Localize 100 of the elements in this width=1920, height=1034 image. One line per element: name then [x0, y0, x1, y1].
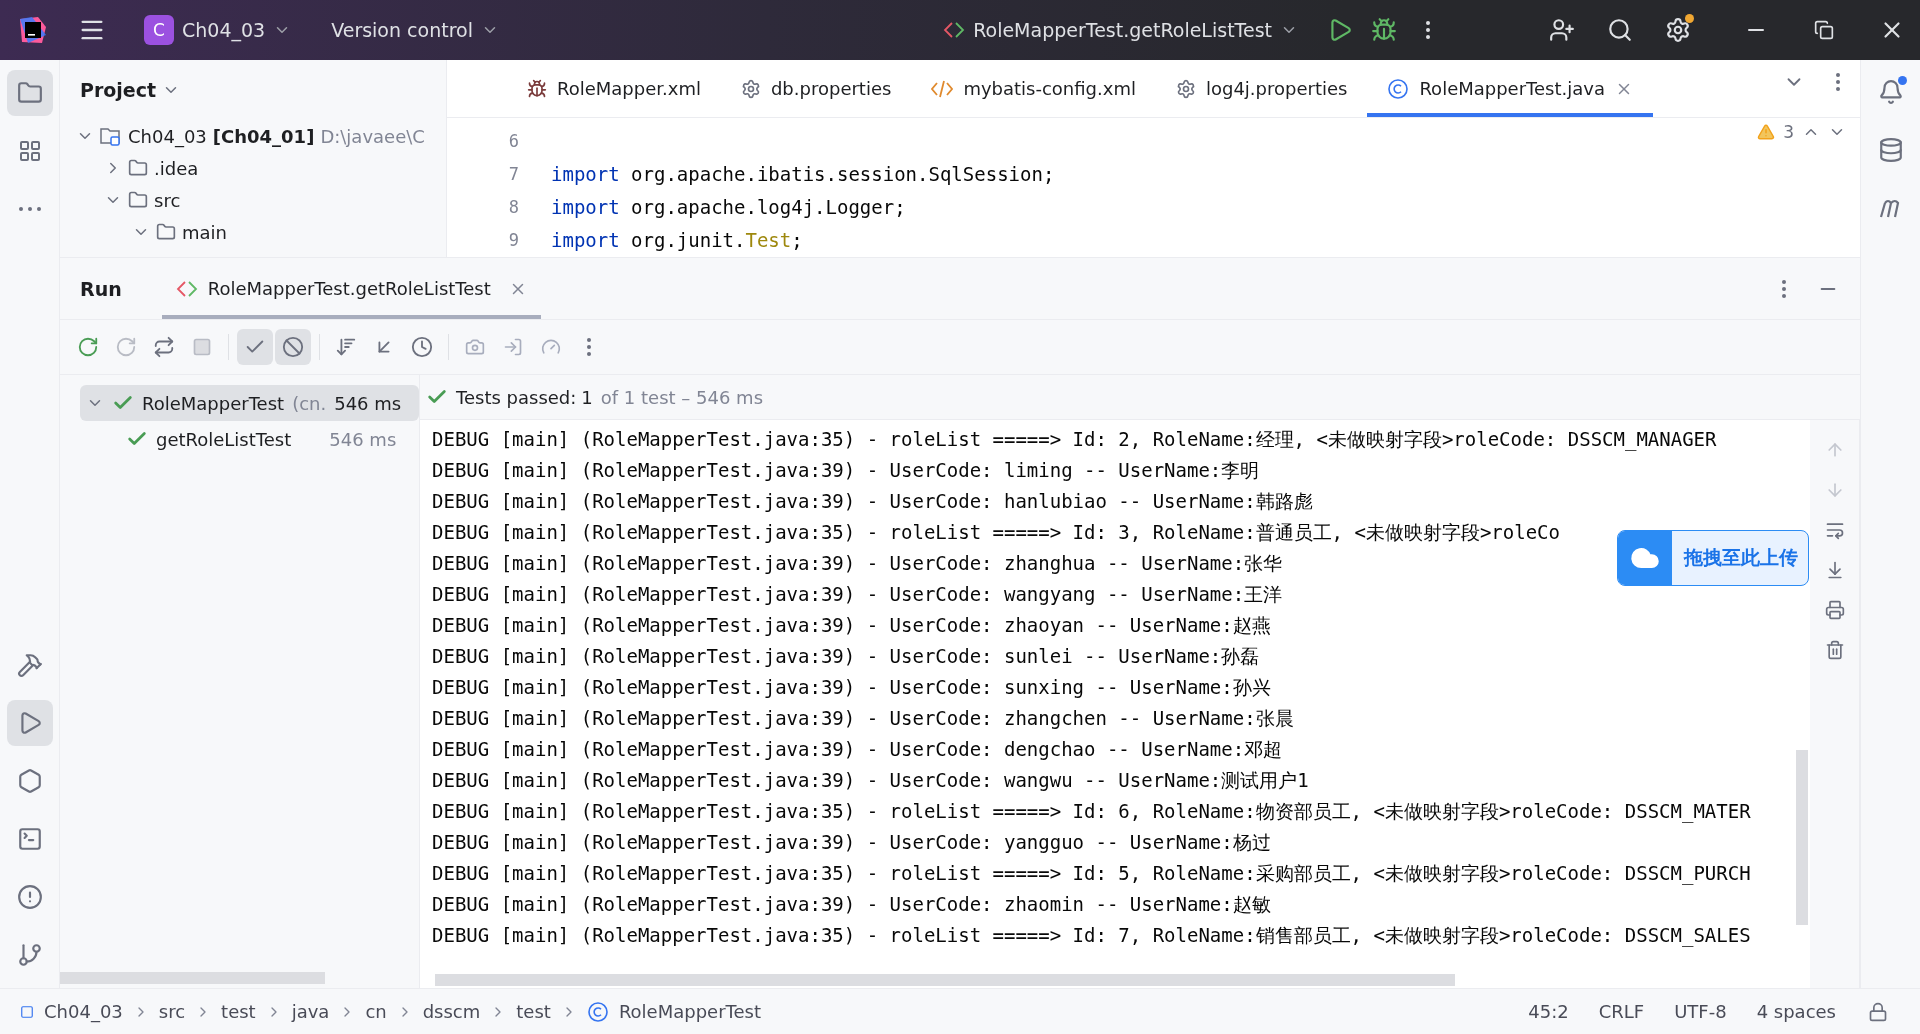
line-number: 9: [508, 229, 519, 252]
lock-icon[interactable]: [1868, 1001, 1888, 1022]
panel-title[interactable]: Project: [80, 79, 157, 101]
more-icon: [1836, 73, 1840, 91]
run-tab[interactable]: RoleMapperTest.getRoleListTest: [161, 258, 541, 319]
tool-window-button[interactable]: [6, 700, 53, 746]
upload-widget[interactable]: 拖拽至此上传: [1617, 530, 1809, 586]
add-user-icon[interactable]: [1549, 17, 1575, 43]
scrollbar[interactable]: [1796, 750, 1808, 925]
editor-tab[interactable]: RoleMapperTest.java: [1367, 60, 1653, 117]
branch-icon: [16, 942, 43, 968]
line-endings[interactable]: CRLF: [1588, 1001, 1655, 1022]
vcs-menu[interactable]: Version control: [321, 13, 509, 47]
soft-wrap-icon[interactable]: [1824, 520, 1845, 540]
editor-tab[interactable]: db.properties: [720, 60, 912, 117]
terminal-icon: [16, 826, 43, 852]
more-icon: [1426, 21, 1430, 39]
services-icon: [16, 768, 43, 794]
structure-icon: [17, 139, 42, 163]
encoding[interactable]: UTF-8: [1664, 1001, 1737, 1022]
console-line: DEBUG [main] (RoleMapperTest.java:39) - UserCode: zhaoyan -- UserName:赵燕: [432, 613, 1271, 638]
test-item[interactable]: RoleMapperTest (cn. 546 ms: [80, 385, 419, 421]
folder-icon: [156, 222, 176, 242]
run-config-selector[interactable]: RoleMapperTest.getRoleListTest: [933, 13, 1308, 47]
test-config-icon: [175, 279, 198, 298]
alert-icon: [16, 884, 43, 910]
search-icon[interactable]: [1607, 17, 1633, 43]
notification-dot: [1685, 14, 1694, 23]
breadcrumb[interactable]: src: [158, 1001, 186, 1022]
breadcrumb[interactable]: cn: [365, 1001, 387, 1022]
notification-dot: [1897, 76, 1907, 85]
restore-icon[interactable]: [1814, 20, 1834, 40]
editor-tab[interactable]: mybatis-config.xml: [911, 60, 1156, 117]
console-line: DEBUG [main] (RoleMapperTest.java:35) - roleList =====> Id: 3, RoleName:普通员工, <未做映射字段>roleCo: [432, 520, 1560, 545]
line-number: 8: [508, 196, 519, 219]
repeat-icon[interactable]: [153, 336, 175, 358]
class-icon: [586, 1000, 609, 1023]
console-line: DEBUG [main] (RoleMapperTest.java:39) - UserCode: sunlei -- UserName:孙磊: [432, 644, 1260, 669]
code-line: import org.apache.ibatis.session.SqlSession;: [551, 162, 1055, 187]
line-number: 7: [508, 163, 519, 186]
show-passed-button[interactable]: [237, 329, 273, 365]
panel-title: Run: [80, 276, 122, 302]
warning-icon: [1757, 123, 1776, 141]
more-icon: [587, 338, 591, 356]
scrollbar[interactable]: [60, 972, 325, 984]
breadcrumb[interactable]: test: [516, 1001, 551, 1022]
sort-icon[interactable]: [335, 336, 357, 358]
settings-icon[interactable]: [1665, 17, 1691, 43]
bug-icon[interactable]: [1371, 17, 1397, 43]
console-line: DEBUG [main] (RoleMapperTest.java:35) - roleList =====> Id: 7, RoleName:销售部员工, <未做映射字段>roleCode: DSSCM_SALES: [432, 923, 1751, 949]
console-line: DEBUG [main] (RoleMapperTest.java:39) - UserCode: dengchao -- UserName:邓超: [432, 737, 1283, 762]
more-icon: [1782, 279, 1786, 298]
folder-icon: [128, 190, 148, 210]
console-line: DEBUG [main] (RoleMapperTest.java:39) - UserCode: liming -- UserName:李明: [432, 458, 1260, 483]
history-icon[interactable]: [411, 336, 433, 358]
console-line: DEBUG [main] (RoleMapperTest.java:39) - UserCode: zhangchen -- UserName:张晨: [432, 706, 1294, 731]
ban-icon: [282, 336, 304, 358]
test-item[interactable]: getRoleListTest 546 ms: [80, 421, 419, 457]
console-line: DEBUG [main] (RoleMapperTest.java:35) - roleList =====> Id: 5, RoleName:采购部员工, <未做映射字段>roleCode: DSSCM_PURCH: [432, 861, 1751, 887]
project-selector[interactable]: C Ch04_03: [134, 9, 302, 51]
line-number: 6: [508, 130, 519, 153]
console-line: DEBUG [main] (RoleMapperTest.java:35) - roleList =====> Id: 6, RoleName:物资部员工, <未做映射字段>roleCode: DSSCM_MATER: [432, 799, 1751, 825]
breadcrumb[interactable]: Ch04_03: [44, 1001, 123, 1022]
editor-tab[interactable]: log4j.properties: [1155, 60, 1368, 117]
hammer-icon: [16, 652, 43, 678]
console-line: DEBUG [main] (RoleMapperTest.java:39) - UserCode: yangguo -- UserName:杨过: [432, 830, 1271, 855]
test-config-icon: [943, 21, 966, 39]
tests-passed-count: 1: [581, 386, 593, 408]
code-icon: [931, 79, 954, 98]
tree-item[interactable]: Ch04_03: [128, 125, 207, 147]
tree-item[interactable]: src: [154, 189, 181, 211]
module-icon: [100, 126, 122, 146]
trash-icon[interactable]: [1824, 640, 1845, 660]
breadcrumb[interactable]: test: [221, 1001, 256, 1022]
database-icon[interactable]: [1877, 137, 1904, 163]
editor-tab[interactable]: RoleMapper.xml: [507, 60, 721, 117]
console-line: DEBUG [main] (RoleMapperTest.java:39) - UserCode: wangwu -- UserName:测试用户1: [432, 768, 1309, 793]
indent-setting[interactable]: 4 spaces: [1746, 1001, 1846, 1022]
module-path: D:\javaee\C: [320, 125, 425, 147]
warning-count[interactable]: 3: [1783, 122, 1794, 142]
console-line: DEBUG [main] (RoleMapperTest.java:39) - UserCode: sunxing -- UserName:孙兴: [432, 675, 1271, 700]
print-icon[interactable]: [1824, 600, 1845, 620]
tool-window-button[interactable]: [6, 70, 53, 116]
rerun-icon[interactable]: [77, 336, 99, 358]
console-line: DEBUG [main] (RoleMapperTest.java:39) - UserCode: zhaomin -- UserName:赵敏: [432, 892, 1271, 917]
cursor-position[interactable]: 45:2: [1518, 1001, 1579, 1022]
breadcrumb[interactable]: RoleMapperTest: [618, 1001, 761, 1022]
folder-icon: [16, 80, 43, 106]
breadcrumb[interactable]: dsscm: [422, 1001, 481, 1022]
bell-icon[interactable]: [1877, 79, 1904, 105]
more-icon: [18, 207, 41, 211]
tree-item[interactable]: main: [182, 221, 227, 243]
gear-icon: [1175, 78, 1196, 99]
show-ignored-button[interactable]: [275, 329, 311, 365]
tests-passed-label: Tests passed:: [456, 386, 577, 408]
breadcrumb[interactable]: java: [291, 1001, 330, 1022]
tree-item[interactable]: .idea: [154, 157, 199, 179]
console-line: DEBUG [main] (RoleMapperTest.java:39) - UserCode: hanlubiao -- UserName:韩路彪: [432, 489, 1313, 514]
app-logo-icon: [18, 15, 48, 45]
scrollbar[interactable]: [435, 974, 1455, 986]
